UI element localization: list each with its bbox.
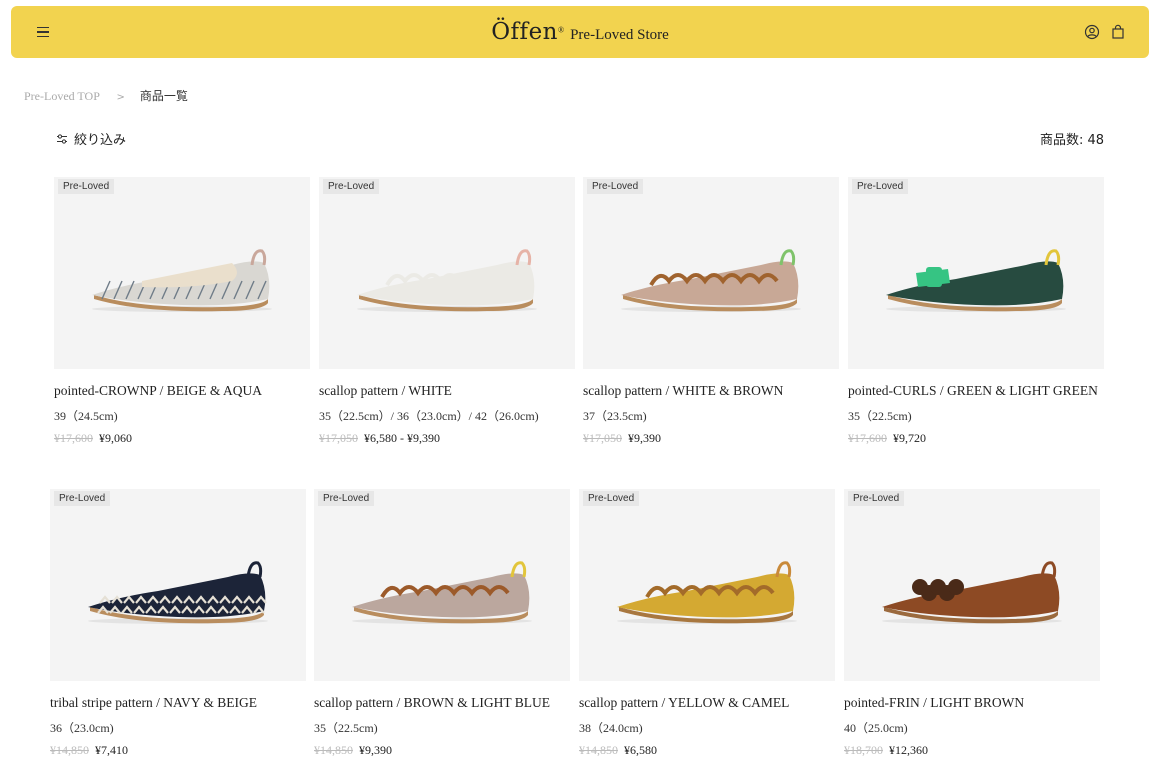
original-price: ¥17,050	[583, 431, 622, 445]
original-price: ¥14,850	[579, 743, 618, 757]
product-image-box[interactable]: Pre-Loved	[579, 489, 835, 681]
product-image-box[interactable]: Pre-Loved	[314, 489, 570, 681]
product-size: 35（22.5cm)	[848, 409, 912, 423]
product-image	[886, 249, 1066, 312]
sale-price: ¥12,360	[889, 743, 928, 757]
filter-label: 絞り込み	[74, 133, 127, 148]
sale-price: ¥6,580 - ¥9,390	[364, 431, 440, 445]
original-price: ¥14,850	[50, 743, 89, 757]
product-size: 39（24.5cm)	[54, 409, 118, 423]
product-image	[352, 561, 532, 624]
product-price: ¥14,850 ¥6,580	[579, 743, 835, 758]
product-card[interactable]: Pre-Loved scallop pattern / WHITE & BROWN…	[583, 177, 839, 446]
product-image-box[interactable]: Pre-Loved	[844, 489, 1100, 681]
product-name[interactable]: scallop pattern / WHITE & BROWN	[583, 383, 839, 399]
product-price: ¥17,050 ¥9,390	[583, 431, 839, 446]
product-price: ¥18,700 ¥12,360	[844, 743, 1100, 758]
product-image	[357, 249, 537, 312]
registered-mark: ®	[558, 25, 565, 35]
product-image	[92, 249, 272, 312]
store-subtitle: Pre-Loved Store	[570, 27, 669, 43]
product-name[interactable]: tribal stripe pattern / NAVY & BEIGE	[50, 695, 306, 711]
product-size: 36（23.0cm)	[50, 721, 114, 735]
product-image	[882, 561, 1062, 624]
pre-loved-badge: Pre-Loved	[54, 491, 111, 506]
product-image	[617, 561, 797, 624]
product-card[interactable]: Pre-Loved scallop pattern / BROWN & LIGHT…	[314, 489, 570, 758]
product-size: 37（23.5cm)	[583, 409, 647, 423]
sale-price: ¥9,060	[99, 431, 132, 445]
product-price: ¥17,600 ¥9,060	[54, 431, 310, 446]
pre-loved-badge: Pre-Loved	[587, 179, 644, 194]
product-name[interactable]: scallop pattern / WHITE	[319, 383, 575, 399]
product-name[interactable]: scallop pattern / BROWN & LIGHT BLUE	[314, 695, 570, 711]
product-count: 商品数: 48	[1039, 133, 1104, 148]
product-name[interactable]: pointed-CROWNP / BEIGE & AQUA	[54, 383, 310, 399]
product-card[interactable]: Pre-Loved pointed-FRIN / LIGHT BROWN 40（25…	[844, 489, 1100, 758]
product-price: ¥17,050 ¥6,580 - ¥9,390	[319, 431, 575, 446]
product-card[interactable]: Pre-Loved pointed-CURLS / GREEN & LIGHT G…	[848, 177, 1104, 446]
site-logo[interactable]: Öffen® Pre-Loved Store	[11, 19, 1149, 45]
product-price: ¥14,850 ¥7,410	[50, 743, 306, 758]
product-size: 35（22.5cm）/ 36（23.0cm）/ 42（26.0cm)	[319, 409, 539, 423]
product-image-box[interactable]: Pre-Loved	[50, 489, 306, 681]
product-size: 40（25.0cm)	[844, 721, 908, 735]
product-image-box[interactable]: Pre-Loved	[848, 177, 1104, 369]
product-image-box[interactable]: Pre-Loved	[319, 177, 575, 369]
site-header: Öffen® Pre-Loved Store	[11, 6, 1149, 58]
original-price: ¥14,850	[314, 743, 353, 757]
pre-loved-badge: Pre-Loved	[58, 179, 115, 194]
breadcrumb: Pre-Loved TOP > 商品一覧	[24, 87, 188, 104]
product-name[interactable]: pointed-FRIN / LIGHT BROWN	[844, 695, 1100, 711]
product-card[interactable]: Pre-Loved tribal stripe pattern / NAVY & …	[50, 489, 306, 758]
product-card[interactable]: Pre-Loved pointed-CROWNP / BEIGE & AQUA 39…	[54, 177, 310, 446]
pre-loved-badge: Pre-Loved	[583, 491, 640, 506]
sale-price: ¥9,390	[628, 431, 661, 445]
original-price: ¥17,050	[319, 431, 358, 445]
pre-loved-badge: Pre-Loved	[848, 491, 905, 506]
breadcrumb-separator: >	[116, 92, 125, 103]
product-image	[621, 249, 801, 312]
product-image	[88, 561, 268, 624]
product-name[interactable]: pointed-CURLS / GREEN & LIGHT GREEN	[848, 383, 1104, 399]
product-size: 35（22.5cm)	[314, 721, 378, 735]
product-name[interactable]: scallop pattern / YELLOW & CAMEL	[579, 695, 835, 711]
original-price: ¥17,600	[54, 431, 93, 445]
product-image-box[interactable]: Pre-Loved	[54, 177, 310, 369]
sale-price: ¥9,720	[893, 431, 926, 445]
pre-loved-badge: Pre-Loved	[318, 491, 375, 506]
sale-price: ¥6,580	[624, 743, 657, 757]
account-icon[interactable]	[1084, 24, 1100, 40]
original-price: ¥18,700	[844, 743, 883, 757]
original-price: ¥17,600	[848, 431, 887, 445]
pre-loved-badge: Pre-Loved	[852, 179, 909, 194]
product-price: ¥17,600 ¥9,720	[848, 431, 1104, 446]
product-size: 38（24.0cm)	[579, 721, 643, 735]
filter-button[interactable]: 絞り込み	[56, 129, 126, 148]
breadcrumb-home-link[interactable]: Pre-Loved TOP	[24, 89, 99, 103]
shopping-bag-icon[interactable]	[1110, 24, 1126, 40]
sale-price: ¥7,410	[95, 743, 128, 757]
sale-price: ¥9,390	[359, 743, 392, 757]
pre-loved-badge: Pre-Loved	[323, 179, 380, 194]
breadcrumb-current: 商品一覧	[139, 89, 188, 103]
product-price: ¥14,850 ¥9,390	[314, 743, 570, 758]
product-card[interactable]: Pre-Loved scallop pattern / YELLOW & CAME…	[579, 489, 835, 758]
product-image-box[interactable]: Pre-Loved	[583, 177, 839, 369]
filter-sliders-icon	[57, 133, 67, 144]
brand-name: Öffen	[491, 19, 558, 45]
product-card[interactable]: Pre-Loved scallop pattern / WHITE 35（22.5c…	[319, 177, 575, 446]
